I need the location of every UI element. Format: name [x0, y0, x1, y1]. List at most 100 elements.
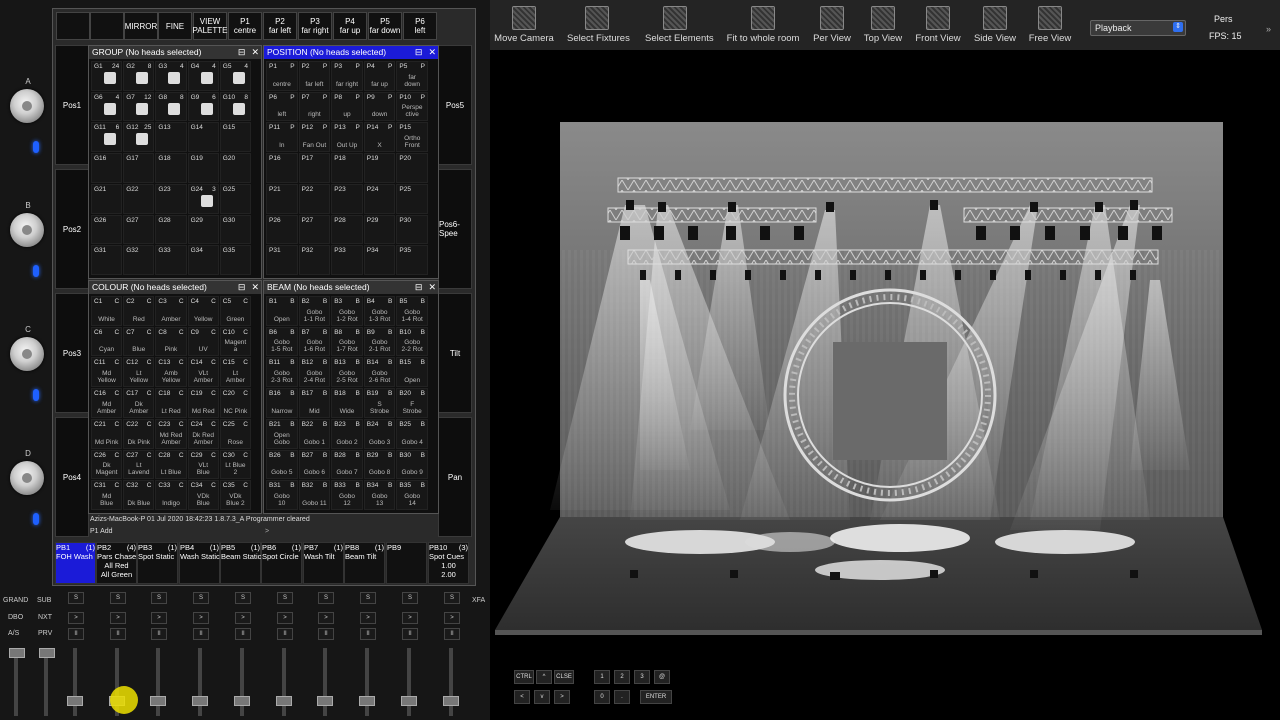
position-cell[interactable]: P1 Pcentre — [266, 61, 298, 91]
beam-cell[interactable]: B29 B Gobo 8 — [363, 449, 396, 480]
toolbar-tool-3[interactable]: Select Elements — [645, 6, 714, 44]
right-palette-button-3[interactable]: Tilt — [438, 293, 472, 413]
colour-cell[interactable]: C2 C Red — [123, 296, 155, 326]
keypad-right[interactable]: > — [554, 690, 570, 704]
fader-pause-button[interactable]: II — [318, 628, 334, 640]
group-cell[interactable]: G19 — [187, 153, 219, 183]
position-cell[interactable]: P10 P Perspe ctive — [396, 91, 428, 122]
keypad-at[interactable]: @ — [654, 670, 670, 684]
toolbar-tool-9[interactable]: Free View — [1020, 6, 1080, 44]
fader-go-button[interactable]: > — [360, 612, 376, 624]
position-cell[interactable]: P28 — [331, 214, 363, 245]
beam-cell[interactable]: B19 B S Strobe — [363, 388, 396, 418]
colour-cell[interactable]: C16 C Md Amber — [91, 388, 123, 418]
colour-cell[interactable]: C33 C Indigo — [155, 480, 187, 510]
encoder-wheel[interactable] — [10, 89, 44, 123]
colour-cell[interactable]: C13 C Amb Yellow — [155, 357, 187, 388]
colour-cell[interactable]: C8 C Pink — [155, 326, 187, 357]
fader-pause-button[interactable]: II — [68, 628, 84, 640]
beam-cell[interactable]: B13 B Gobo 2-5 Rot — [331, 357, 363, 388]
fader-select-button[interactable]: S — [68, 592, 84, 604]
fader-knob[interactable] — [317, 696, 333, 706]
group-cell[interactable]: G32 — [123, 245, 155, 275]
position-cell[interactable]: P11 P In — [266, 122, 298, 153]
position-cell[interactable]: P19 — [363, 153, 396, 183]
beam-cell[interactable]: B24 B Gobo 3 — [363, 418, 396, 449]
beam-cell[interactable]: B8 B Gobo 1-7 Rot — [331, 326, 363, 357]
colour-cell[interactable]: C27 C Lt Lavend — [123, 449, 155, 480]
beam-cell[interactable]: B7 B Gobo 1-6 Rot — [298, 326, 331, 357]
group-cell[interactable]: G31 — [91, 245, 123, 275]
position-cell[interactable]: P12 P Fan Out — [298, 122, 331, 153]
position-cell[interactable]: P16 — [266, 153, 298, 183]
colour-cell[interactable]: C22 C Dk Pink — [123, 418, 155, 449]
position-cell[interactable]: P15 Ortho Front — [396, 122, 428, 153]
beam-cell[interactable]: B32 B Gobo 11 — [298, 480, 331, 510]
toolbar-tool-7[interactable]: Front View — [908, 6, 968, 44]
position-cell[interactable]: P22 — [298, 183, 331, 214]
beam-cell[interactable]: B6 B Gobo 1-5 Rot — [266, 326, 298, 357]
fader-knob[interactable] — [234, 696, 250, 706]
group-cell[interactable]: G12 25 — [123, 122, 155, 153]
group-cell[interactable]: G30 — [219, 214, 251, 245]
position-cell[interactable]: P7 Pright — [298, 91, 331, 122]
group-cell[interactable]: G13 — [155, 122, 187, 153]
group-cell[interactable]: G23 — [155, 183, 187, 214]
group-cell[interactable]: G27 — [123, 214, 155, 245]
group-cell[interactable]: G33 — [155, 245, 187, 275]
fader-go-button[interactable]: > — [68, 612, 84, 624]
beam-cell[interactable]: B5 B Gobo 1-4 Rot — [396, 296, 428, 326]
fader-knob[interactable] — [67, 696, 83, 706]
fader-go-button[interactable]: > — [235, 612, 251, 624]
fader-pause-button[interactable]: II — [151, 628, 167, 640]
playback-5[interactable]: PB5 (1) Beam Static — [220, 542, 261, 584]
top-button-10[interactable]: P6 left — [403, 12, 437, 40]
fader-select-button[interactable]: S — [277, 592, 293, 604]
group-cell[interactable]: G9 6 — [187, 91, 219, 122]
position-cell[interactable]: P8 Pup — [331, 91, 363, 122]
left-palette-button-4[interactable]: Pos4 — [55, 417, 89, 537]
group-cell[interactable]: G34 — [187, 245, 219, 275]
beam-cell[interactable]: B28 B Gobo 7 — [331, 449, 363, 480]
position-cell[interactable]: P26 — [266, 214, 298, 245]
position-cell[interactable]: P23 — [331, 183, 363, 214]
position-cell[interactable]: P33 — [331, 245, 363, 275]
toolbar-tool-1[interactable]: Move Camera — [494, 6, 554, 44]
group-cell[interactable]: G17 — [123, 153, 155, 183]
playback-select[interactable]: Playback ⇕ — [1090, 20, 1186, 36]
position-cell[interactable]: P31 — [266, 245, 298, 275]
close-icon[interactable]: ✕ — [251, 282, 259, 292]
colour-cell[interactable]: C26 C Dk Magent — [91, 449, 123, 480]
colour-cell[interactable]: C21 C Md Pink — [91, 418, 123, 449]
group-cell[interactable]: G15 — [219, 122, 251, 153]
keypad-dot[interactable]: . — [614, 690, 630, 704]
beam-cell[interactable]: B25 B Gobo 4 — [396, 418, 428, 449]
command-line[interactable]: P1 Add — [90, 528, 113, 535]
keypad-up[interactable]: ^ — [536, 670, 552, 684]
group-cell[interactable]: G28 — [155, 214, 187, 245]
keypad-k3[interactable]: 3 — [634, 670, 650, 684]
colour-cell[interactable]: C6 C Cyan — [91, 326, 123, 357]
colour-cell[interactable]: C23 C Md Red Amber — [155, 418, 187, 449]
top-button-4[interactable]: VIEW PALETTE — [193, 12, 228, 40]
fader-select-button[interactable]: S — [318, 592, 334, 604]
top-button-3[interactable]: FINE — [158, 12, 192, 40]
fader-knob[interactable] — [39, 648, 55, 658]
beam-cell[interactable]: B34 B Gobo 13 — [363, 480, 396, 510]
fader-select-button[interactable]: S — [402, 592, 418, 604]
beam-cell[interactable]: B11 B Gobo 2-3 Rot — [266, 357, 298, 388]
group-cell[interactable]: G22 — [123, 183, 155, 214]
encoder-wheel[interactable] — [10, 461, 44, 495]
group-cell[interactable]: G35 — [219, 245, 251, 275]
position-cell[interactable]: P17 — [298, 153, 331, 183]
fader-go-button[interactable]: > — [318, 612, 334, 624]
playback-2[interactable]: PB2 (4) Pars Chase All Red All Green — [96, 542, 137, 584]
colour-cell[interactable]: C19 C Md Red — [187, 388, 219, 418]
position-cell[interactable]: P13 P Out Up — [331, 122, 363, 153]
colour-cell[interactable]: C9 C UV — [187, 326, 219, 357]
colour-cell[interactable]: C17 C Dk Amber — [123, 388, 155, 418]
group-cell[interactable]: G8 8 — [155, 91, 187, 122]
group-cell[interactable]: G11 6 — [91, 122, 123, 153]
close-icon[interactable]: ✕ — [251, 47, 259, 57]
beam-cell[interactable]: B18 B Wide — [331, 388, 363, 418]
